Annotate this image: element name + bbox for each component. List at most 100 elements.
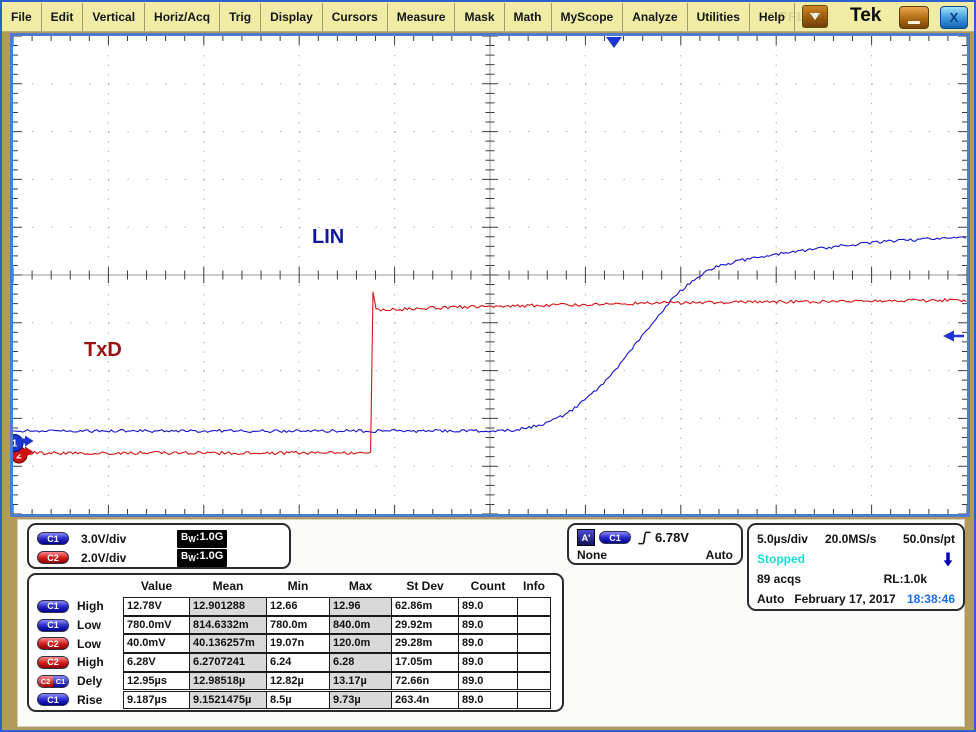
measurement-label: High: [77, 655, 115, 669]
trigger-level-marker[interactable]: [943, 331, 964, 342]
measurement-row-c1-low: C1Low780.0mV814.6332m780.0m840.0m29.92m8…: [29, 616, 562, 635]
channel-readout-rows: C1 3.0V/divBW:1.0G C2 2.0V/divBW:1.0G: [37, 529, 281, 567]
measurement-cell: 72.66n: [391, 672, 459, 691]
menu-bar: FileEditVerticalHoriz/AcqTrigDisplayCurs…: [2, 2, 974, 32]
acquisition-state: Stopped: [757, 552, 805, 566]
column-header-st-dev: St Dev: [391, 579, 459, 593]
measurement-row-c2c1-dely: C2C1 Dely 12.95µs12.98518µ12.82µ13.17µ72.6…: [29, 672, 562, 691]
menu-items: FileEditVerticalHoriz/AcqTrigDisplayCurs…: [2, 3, 795, 31]
timebase-readout-panel[interactable]: 5.0µs/div 20.0MS/s 50.0ns/pt Stopped 89 …: [747, 523, 965, 611]
measurement-cell: 19.07n: [266, 634, 330, 653]
channel-badge-c2: C2: [37, 656, 69, 669]
channel-badge-c1: C1: [37, 693, 69, 706]
measurement-cell: 89.0: [458, 597, 518, 616]
measurement-cell: 12.82µ: [266, 672, 330, 691]
trigger-level-value: 6.78V: [655, 530, 689, 545]
measurement-cell: 6.2707241: [189, 653, 267, 672]
menu-item-cursors[interactable]: Cursors: [323, 3, 388, 31]
menu-item-myscope[interactable]: MyScope: [552, 3, 624, 31]
close-button[interactable]: X: [940, 6, 968, 29]
date-display: February 17, 2017: [794, 592, 895, 606]
sample-resolution: 50.0ns/pt: [903, 532, 955, 546]
menu-item-display[interactable]: Display: [261, 3, 323, 31]
measurement-label: High: [77, 599, 115, 613]
menu-item-mask[interactable]: Mask: [455, 3, 504, 31]
measurement-panel[interactable]: ValueMeanMinMaxSt DevCountInfo C1 High 12.…: [27, 573, 564, 712]
measurement-cell: 40.136257m: [189, 634, 267, 653]
channel-scale: 2.0V/div: [81, 551, 177, 565]
measurement-row-c2-low: C2Low40.0mV40.136257m19.07n120.0m29.28m8…: [29, 634, 562, 653]
measurement-cell: 12.98518µ: [189, 672, 267, 691]
measurement-row-c1-rise: C1Rise9.187µs9.1521475µ8.5µ9.73µ263.4n89…: [29, 691, 562, 710]
channel-badge-c2: C2: [37, 637, 69, 650]
measurement-cell: [517, 634, 551, 653]
measurement-cell: 12.95µs: [123, 672, 190, 691]
measurement-cell: [517, 597, 551, 616]
label-lin: LIN: [312, 226, 344, 248]
timebase-scale: 5.0µs/div: [757, 532, 825, 546]
trigger-position-marker[interactable]: [606, 37, 622, 48]
minimize-button[interactable]: [899, 6, 929, 29]
channel-badge-c1: C1: [37, 532, 69, 545]
menu-item-utilities[interactable]: Utilities: [688, 3, 750, 31]
readout-area: C1 3.0V/divBW:1.0G C2 2.0V/divBW:1.0G A' C1…: [17, 519, 965, 727]
trigger-readout-panel[interactable]: A' C1 6.78V None Auto: [567, 523, 743, 565]
menu-item-horiz-acq[interactable]: Horiz/Acq: [145, 3, 220, 31]
label-txd: TxD: [84, 339, 122, 361]
timebase-row-3: 89 acqs RL:1.0k: [757, 569, 955, 589]
measurement-cell: 40.0mV: [123, 634, 190, 653]
measurement-label: Dely: [77, 674, 115, 688]
tek-logo: Tek: [850, 5, 881, 27]
measurement-cell: 62.86m: [391, 597, 459, 616]
measurement-cell: 120.0m: [329, 634, 392, 653]
column-header-value: Value: [123, 579, 190, 593]
menu-item-vertical[interactable]: Vertical: [83, 3, 145, 31]
measurement-cell: 8.5µ: [266, 691, 330, 710]
measurement-cells: 780.0mV814.6332m780.0m840.0m29.92m89.0: [123, 616, 551, 635]
measurement-cell: 780.0m: [266, 616, 330, 635]
column-header-min: Min: [266, 579, 330, 593]
measurement-cell: 6.28: [329, 653, 392, 672]
measurement-cells: 12.95µs12.98518µ12.82µ13.17µ72.66n89.0: [123, 672, 551, 691]
timebase-row-4: Auto February 17, 2017 18:38:46: [757, 589, 955, 609]
oscilloscope-window: FileEditVerticalHoriz/AcqTrigDisplayCurs…: [0, 0, 976, 732]
graticule: TxD LIN 2 1: [13, 36, 967, 514]
measurement-cells: 12.78V12.90128812.6612.9662.86m89.0: [123, 597, 551, 616]
channel-badge-c2: C2: [37, 551, 69, 564]
measurement-cell: 89.0: [458, 672, 518, 691]
trigger-holdoff: Auto: [706, 548, 733, 562]
menu-item-math[interactable]: Math: [505, 3, 552, 31]
measurement-cell: 814.6332m: [189, 616, 267, 635]
bandwidth-badge: BW:1.0G: [177, 549, 227, 567]
menu-item-file[interactable]: File: [2, 3, 42, 31]
measurement-cell: 12.96: [329, 597, 392, 616]
bandwidth-badge: BW:1.0G: [177, 530, 227, 548]
measurement-cell: 9.1521475µ: [189, 691, 267, 710]
measurement-cells: 40.0mV40.136257m19.07n120.0m29.28m89.0: [123, 634, 551, 653]
channel-scale: 3.0V/div: [81, 532, 177, 546]
trigger-a-badge: A': [577, 529, 595, 546]
channel-badge-half-c1: C1: [53, 676, 68, 687]
channel-readout-panel[interactable]: C1 3.0V/divBW:1.0G C2 2.0V/divBW:1.0G: [27, 523, 291, 569]
graticule-grid: [13, 36, 967, 514]
waveform-display: TxD LIN 2 1: [10, 33, 970, 517]
measurement-cell: 89.0: [458, 691, 518, 710]
column-header-max: Max: [329, 579, 392, 593]
measurement-cell: 12.901288: [189, 597, 267, 616]
measurement-cell: 13.17µ: [329, 672, 392, 691]
sample-rate: 20.0MS/s: [825, 532, 901, 546]
trigger-row-1: A' C1 6.78V: [577, 528, 733, 547]
menu-item-measure[interactable]: Measure: [388, 3, 456, 31]
trigger-source-badge: C1: [599, 531, 631, 544]
measurement-cell: 9.73µ: [329, 691, 392, 710]
channel-badge-c1: C1: [37, 619, 69, 632]
measurement-cell: 6.28V: [123, 653, 190, 672]
column-header-count: Count: [458, 579, 518, 593]
menu-item-trig[interactable]: Trig: [220, 3, 261, 31]
column-header-mean: Mean: [189, 579, 267, 593]
menu-item-analyze[interactable]: Analyze: [623, 3, 687, 31]
channel-badge-c2c1: C2C1: [37, 675, 69, 688]
menu-item-edit[interactable]: Edit: [42, 3, 84, 31]
trigger-mode-auto: Auto: [757, 592, 784, 606]
meas-header-row: ValueMeanMinMaxSt DevCountInfo: [123, 579, 551, 593]
